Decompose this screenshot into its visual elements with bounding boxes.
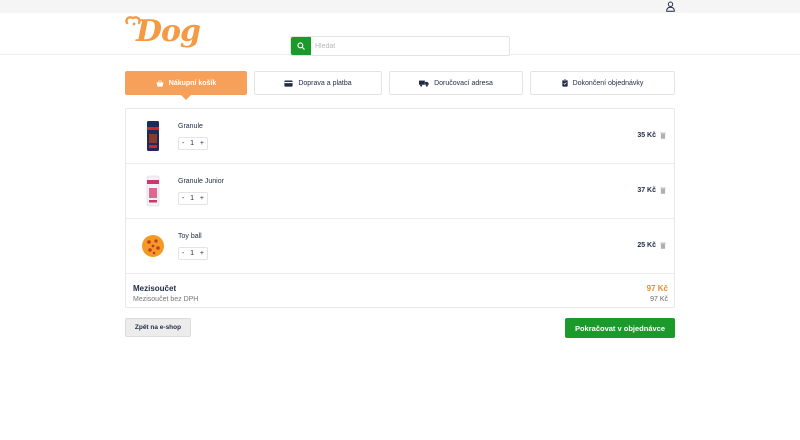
back-to-shop-button[interactable]: Zpět na e-shop bbox=[125, 318, 191, 337]
quantity-stepper: - 1 + bbox=[178, 137, 208, 150]
continue-order-button[interactable]: Pokračovat v objednávce bbox=[565, 318, 675, 338]
increase-button[interactable]: + bbox=[200, 195, 204, 202]
product-name[interactable]: Granule bbox=[178, 123, 203, 130]
subtotal-value: 97 Kč bbox=[646, 284, 668, 293]
step-shipping-payment[interactable]: Doprava a platba bbox=[254, 71, 382, 95]
step-label: Doručovací adresa bbox=[434, 79, 493, 87]
cart-table: Granule - 1 + 35 Kč Granule Junior - 1 +… bbox=[125, 108, 675, 308]
step-label: Nákupní košík bbox=[168, 79, 217, 87]
subtotal-no-vat-label: Mezisoučet bez DPH bbox=[133, 296, 199, 303]
logo-text: Dog bbox=[136, 14, 201, 49]
search-button[interactable] bbox=[291, 37, 311, 55]
header: Dog bbox=[0, 13, 800, 56]
search-box bbox=[290, 36, 510, 56]
card-icon bbox=[284, 79, 293, 87]
trash-icon[interactable] bbox=[660, 132, 666, 139]
cart-row: Granule - 1 + 35 Kč bbox=[126, 109, 674, 164]
item-price: 37 Kč bbox=[637, 187, 656, 194]
subtotal-label: Mezisoučet bbox=[133, 284, 177, 293]
basket-icon bbox=[156, 79, 164, 87]
decrease-button[interactable]: - bbox=[182, 195, 184, 202]
truck-icon bbox=[419, 80, 429, 87]
increase-button[interactable]: + bbox=[200, 250, 204, 257]
subtotal-no-vat-value: 97 Kč bbox=[650, 296, 668, 303]
checkout-steps: Nákupní košík Doprava a platba Doručovac… bbox=[125, 71, 675, 100]
step-label: Dokončení objednávky bbox=[572, 79, 644, 87]
product-name[interactable]: Granule Junior bbox=[178, 178, 224, 185]
quantity-stepper: - 1 + bbox=[178, 192, 208, 205]
item-price: 25 Kč bbox=[637, 242, 656, 249]
cart-row: Toy ball - 1 + 25 Kč bbox=[126, 219, 674, 274]
quantity-value[interactable]: 1 bbox=[190, 250, 194, 257]
trash-icon[interactable] bbox=[660, 187, 666, 194]
top-bar bbox=[0, 0, 800, 13]
product-image-granule[interactable] bbox=[138, 119, 168, 153]
item-price: 35 Kč bbox=[637, 132, 656, 139]
product-image-toy-ball[interactable] bbox=[138, 229, 168, 263]
step-cart[interactable]: Nákupní košík bbox=[125, 71, 247, 100]
trash-icon[interactable] bbox=[660, 242, 666, 249]
increase-button[interactable]: + bbox=[200, 140, 204, 147]
cart-row: Granule Junior - 1 + 37 Kč bbox=[126, 164, 674, 219]
step-delivery-address[interactable]: Doručovací adresa bbox=[389, 71, 523, 95]
user-icon[interactable] bbox=[665, 1, 676, 12]
quantity-value[interactable]: 1 bbox=[190, 140, 194, 147]
decrease-button[interactable]: - bbox=[182, 250, 184, 257]
search-input[interactable] bbox=[315, 38, 505, 54]
clipboard-icon bbox=[561, 79, 568, 87]
search-icon bbox=[297, 42, 305, 50]
subtotal-section: Mezisoučet Mezisoučet bez DPH 97 Kč 97 K… bbox=[126, 275, 674, 307]
step-label: Doprava a platba bbox=[298, 79, 352, 87]
quantity-value[interactable]: 1 bbox=[190, 195, 194, 202]
product-image-granule-junior[interactable] bbox=[138, 174, 168, 208]
quantity-stepper: - 1 + bbox=[178, 247, 208, 260]
decrease-button[interactable]: - bbox=[182, 140, 184, 147]
product-name[interactable]: Toy ball bbox=[178, 233, 202, 240]
step-order-completion[interactable]: Dokončení objednávky bbox=[530, 71, 675, 95]
